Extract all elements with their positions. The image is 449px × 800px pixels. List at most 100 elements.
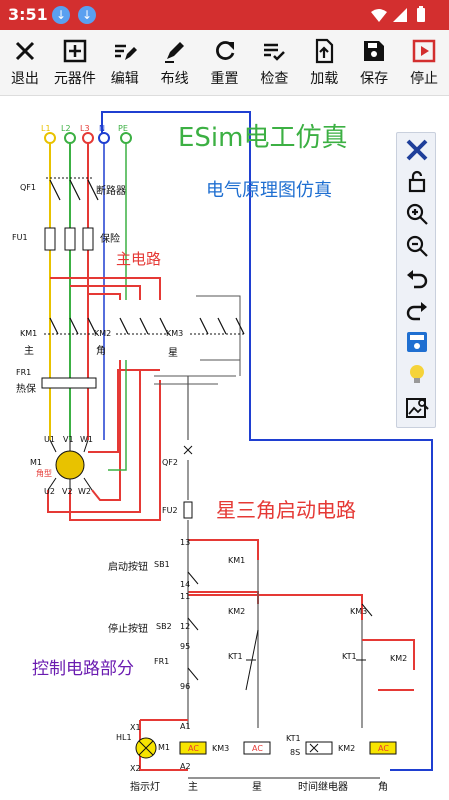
indicator-label: 指示灯 [130,782,160,793]
undo-icon[interactable] [404,265,430,291]
upload-file-icon [316,38,334,64]
delta-coil-label: 角 [378,782,388,793]
exit-button[interactable]: 退出 [0,30,50,95]
wire-button[interactable]: 布线 [150,30,200,95]
terminal-11: 11 [180,592,191,601]
schematic-canvas[interactable]: ESim电工仿真 电气原理图仿真 主电路 星三角启动电路 控制电路部分 L1 L… [0,96,449,800]
close-icon [15,41,34,61]
image-search-icon[interactable] [404,395,430,421]
start-button-label: 启动按钮 [108,562,148,573]
download-icon: ↓ [52,6,70,24]
km2-label: KM2 [94,329,112,338]
km2-coil2-label: KM2 [338,744,356,753]
terminal-95: 95 [180,642,191,651]
km1-ctrl-label: KM1 [228,556,246,565]
fr1-label: FR1 [16,368,32,377]
refresh-icon [215,41,234,60]
edit-list-icon [114,44,137,60]
add-box-icon [63,39,87,63]
u2-label: U2 [44,487,55,496]
km2-sub: 角 [96,346,106,357]
kt1-a-label: KT1 [228,652,243,661]
sb2-label: SB2 [156,622,172,631]
main-toolbar: 退出 元器件 编辑 布线 重置 检查 加载 保存 停止 [0,30,449,96]
x2-label: X2 [130,764,141,773]
u1-label: U1 [44,435,55,444]
terminal-14: 14 [180,580,191,589]
kt1-b-label: KT1 [342,652,357,661]
km1-sub: 主 [24,346,34,357]
w1-label: W1 [80,435,93,444]
sb1-label: SB1 [154,560,170,569]
qf1-label: QF1 [20,183,36,192]
km2-ctrl-label: KM2 [228,607,246,616]
subtitle: 电气原理图仿真 [206,180,332,201]
download-icon: ↓ [78,6,96,24]
load-button[interactable]: 加载 [299,30,349,95]
edit-button[interactable]: 编辑 [100,30,150,95]
km3-coil-label: KM3 [212,744,230,753]
terminal-96: 96 [180,682,191,691]
km3-ctrl-label: KM3 [350,607,368,616]
redo-icon[interactable] [404,297,430,323]
lock-icon[interactable] [404,169,430,195]
v2-label: V2 [62,487,73,496]
phase-l2: L2 [61,124,71,133]
terminal-12: 12 [180,622,191,631]
m1-sub: 角型 [36,469,52,478]
phase-n: N [99,124,105,133]
status-bar: 3:51 ↓ ↓ [0,0,449,30]
fr1-sub: 热保 [16,384,36,395]
meter-icon[interactable] [404,329,430,355]
stop-icon [412,39,436,63]
fr1-ctrl-label: FR1 [154,657,170,666]
reset-button[interactable]: 重置 [200,30,250,95]
timer-label: 时间继电器 [298,782,348,793]
signal-icon [393,8,407,22]
app-title: ESim电工仿真 [178,123,348,153]
km3-label: KM3 [166,329,184,338]
side-toolbar [396,132,436,428]
bulb-icon[interactable] [404,361,430,387]
a1-label: A1 [180,722,191,731]
save-icon [364,41,385,61]
tools-icon[interactable] [404,137,430,163]
ac-coil-1: AC [188,744,199,753]
stop-button-label: 停止按钮 [108,624,148,635]
phase-pe: PE [118,124,128,133]
w2-label: W2 [78,487,91,496]
wifi-icon [371,9,387,22]
pen-wire-icon [164,42,184,63]
km3-sub: 星 [168,348,178,359]
v1-label: V1 [63,435,74,444]
check-button[interactable]: 检查 [249,30,299,95]
save-button[interactable]: 保存 [349,30,399,95]
breaker-label: 断路器 [96,186,126,197]
check-list-icon [264,43,286,61]
kt1-coil-sub: 8S [290,748,301,757]
star-coil-label: 星 [252,782,262,793]
x1-label: X1 [130,723,141,732]
stop-button[interactable]: 停止 [399,30,449,95]
phase-l3: L3 [80,124,90,133]
m1-label: M1 [30,458,42,467]
kt1-coil-label: KT1 [286,734,301,743]
qf2-label: QF2 [162,458,178,467]
fuse-label: 保险 [100,234,120,245]
m1-lamp-label: M1 [158,743,170,752]
control-label: 控制电路部分 [32,659,134,679]
ac-coil-3: AC [378,744,389,753]
fu1-label: FU1 [12,233,28,242]
a2-label: A2 [180,762,191,771]
status-time: 3:51 [8,5,48,24]
phase-l1: L1 [41,124,51,133]
km2-coil-label: KM2 [390,654,408,663]
zoom-out-icon[interactable] [404,233,430,259]
fu2-label: FU2 [162,506,178,515]
main-coil-label: 主 [188,782,198,793]
battery-icon [417,8,425,22]
km1-label: KM1 [20,329,38,338]
components-button[interactable]: 元器件 [50,30,100,95]
zoom-in-icon[interactable] [404,201,430,227]
star-delta-label: 星三角启动电路 [216,498,356,522]
